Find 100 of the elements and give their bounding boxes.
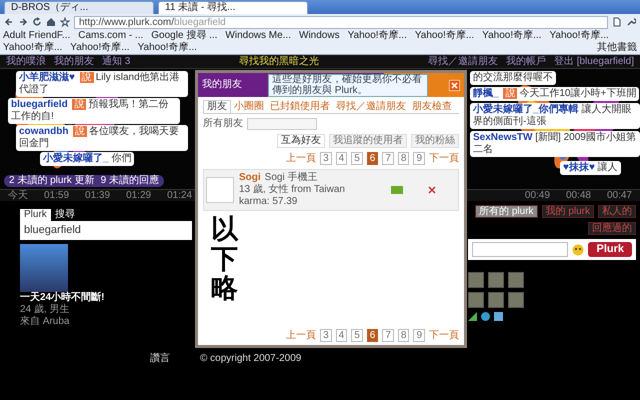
next-link[interactable]: 下一頁 xyxy=(429,330,459,342)
filter-tab[interactable]: 回應過的 xyxy=(588,222,636,235)
bookmark[interactable]: Adult FriendF... xyxy=(3,30,70,42)
plurk-bubble[interactable]: 小羊肥滋滋♥ 說 Lily island他第出港代證了 xyxy=(16,71,188,97)
photo-placeholder xyxy=(20,244,68,292)
list-tab[interactable]: 我追蹤的使用者 xyxy=(329,134,407,148)
nav-link[interactable]: 我的朋友 xyxy=(54,56,94,68)
star-icon[interactable] xyxy=(60,17,70,27)
nav-link[interactable]: 通知 3 xyxy=(102,56,130,68)
bookmark[interactable]: Yahoo!奇摩... xyxy=(414,30,474,42)
page-button[interactable]: 6 xyxy=(366,152,378,165)
square-icon[interactable] xyxy=(494,312,503,322)
bookmark[interactable]: Yahoo!奇摩... xyxy=(348,30,407,42)
address-bar[interactable]: http://www.plurk.com/bluegarfield xyxy=(74,16,608,28)
footer-link[interactable]: 讚言 xyxy=(150,353,170,365)
nav-link[interactable]: 登出 [bluegarfield] xyxy=(554,56,634,68)
page-button[interactable]: 7 xyxy=(382,152,394,165)
dialog-tab[interactable]: 朋友 xyxy=(203,100,231,113)
bookmark[interactable]: Yahoo!奇摩... xyxy=(138,42,197,54)
plurk-button[interactable]: Plurk xyxy=(588,242,632,258)
circle-icon[interactable] xyxy=(481,312,490,322)
filter-tab[interactable]: 我的 plurk xyxy=(542,205,594,218)
dialog-title: 我的朋友 xyxy=(202,79,242,91)
tooltip: 這些是好朋友，確始更易你不必看傳到的朋友與 Plurk。 xyxy=(268,74,428,97)
friend-avatar[interactable] xyxy=(468,292,484,308)
triangle-icon[interactable] xyxy=(468,312,477,322)
plurk-bubble[interactable]: SexNewsTW [新聞] 2009國市小姐第二名 xyxy=(470,131,640,157)
browser-tab[interactable]: 11 未讀 - 尋找... xyxy=(158,1,308,14)
page-button[interactable]: 6 xyxy=(366,329,378,342)
composer-tab[interactable]: Plurk xyxy=(20,209,51,221)
plurk-bubble[interactable]: bluegarfield 說 預報我馬！第二份工作的自! xyxy=(8,98,180,124)
close-icon[interactable] xyxy=(449,80,460,90)
page-button[interactable]: 8 xyxy=(398,152,410,165)
dialog-tab[interactable]: 尋找／邀請朋友 xyxy=(333,100,409,113)
unread-link[interactable]: 2 未讀的 plurk 更新 xyxy=(9,175,95,187)
username: bluegarfield xyxy=(24,224,81,238)
unread-link[interactable]: 9 未讀的回應 xyxy=(100,175,159,187)
list-tab[interactable]: 我的粉絲 xyxy=(411,134,459,148)
browser-tab[interactable]: D-BROS（ディ... xyxy=(4,1,154,14)
smiley-icon[interactable] xyxy=(572,244,584,256)
bookmark[interactable]: Cams.com - ... xyxy=(78,30,144,42)
forward-icon[interactable] xyxy=(18,17,28,27)
page-title: 尋找我的黑暗之光 xyxy=(239,56,320,68)
page-button[interactable]: 9 xyxy=(413,329,425,342)
filter-field[interactable] xyxy=(247,118,317,130)
friend-avatar[interactable] xyxy=(488,272,504,288)
copyright-text: © copyright 2007-2009 xyxy=(200,353,302,365)
bookmark[interactable]: Yahoo!奇摩... xyxy=(482,30,542,42)
dialog-tab[interactable]: 朋友檢查 xyxy=(409,100,455,113)
bookmark[interactable]: Windows xyxy=(299,30,340,42)
back-icon[interactable] xyxy=(4,17,14,27)
dialog-tab[interactable]: 小圈圈 xyxy=(231,100,267,113)
bookmark[interactable]: Yahoo!奇摩... xyxy=(3,42,62,54)
dialog-tab[interactable]: 已封鎖使用者 xyxy=(267,100,333,113)
bookmark[interactable]: Google 搜尋 ... xyxy=(151,30,218,42)
page-button[interactable]: 8 xyxy=(398,329,410,342)
filter-tab[interactable]: 所有的 plurk xyxy=(475,205,538,218)
page-button[interactable]: 3 xyxy=(320,329,332,342)
page-button[interactable]: 4 xyxy=(336,152,348,165)
nav-link[interactable]: 我的帳戶 xyxy=(506,56,546,68)
bookmark[interactable]: Yahoo!奇摩... xyxy=(549,30,609,42)
composer-tab[interactable]: 搜尋 xyxy=(50,209,79,221)
home-icon[interactable] xyxy=(46,17,56,27)
reload-icon[interactable] xyxy=(32,17,42,27)
plurk-input[interactable] xyxy=(472,242,568,258)
friend-name[interactable]: Sogi xyxy=(239,172,261,183)
next-link[interactable]: 下一頁 xyxy=(429,152,459,164)
friend-avatar[interactable] xyxy=(488,292,504,308)
plurk-bubble[interactable]: 靜楓_ 說 今天工作10讓小時+下班開 xyxy=(470,87,640,101)
page-button[interactable]: 5 xyxy=(351,329,363,342)
plurk-bubble[interactable]: 小愛未嫁囉了_ 你們 xyxy=(40,152,134,166)
page-button[interactable]: 3 xyxy=(320,152,332,165)
page-icon[interactable] xyxy=(612,17,622,27)
friend-avatar[interactable] xyxy=(508,272,524,288)
friend-avatar[interactable] xyxy=(468,272,484,288)
wrench-icon[interactable] xyxy=(626,17,636,27)
page-button[interactable]: 5 xyxy=(351,152,363,165)
prev-link[interactable]: 上一頁 xyxy=(286,152,316,164)
plurk-bubble[interactable]: cowandbh 說 各位噗友，我喝天要回金門 xyxy=(16,125,188,151)
time-label: 01:59 xyxy=(44,190,70,202)
other-bookmarks[interactable]: 其他書籤 xyxy=(597,42,637,54)
page-button[interactable]: 4 xyxy=(336,329,348,342)
prev-link[interactable]: 上一頁 xyxy=(286,330,316,342)
plurk-bubble[interactable]: 的交流那麼得喔不 xyxy=(470,71,556,85)
page-button[interactable]: 7 xyxy=(382,329,394,342)
remove-icon[interactable] xyxy=(428,186,436,194)
page-button[interactable]: 9 xyxy=(413,152,425,165)
display-name: Sogi 手機王 xyxy=(264,172,318,183)
list-tab[interactable]: 互為好友 xyxy=(277,134,325,148)
nav-link[interactable]: 我的噗浪 xyxy=(6,56,46,68)
profile-name: 一天24小時不間斷! xyxy=(20,292,106,304)
plurk-bubble[interactable]: ♥抹抹♥ 讓人 xyxy=(560,161,621,175)
filter-tab[interactable]: 私人的 xyxy=(598,205,636,218)
karma-text: karma: 57.39 xyxy=(239,196,298,208)
plurk-bubble[interactable]: 小愛未嫁囉了_你們專輯 讓人大開眼界的側面刊-這張 xyxy=(470,103,640,129)
friend-avatar[interactable] xyxy=(508,292,524,308)
bookmark[interactable]: Windows Me... xyxy=(225,30,291,42)
nav-link[interactable]: 尋找／邀請朋友 xyxy=(428,56,498,68)
bookmark[interactable]: Yahoo!奇摩... xyxy=(70,42,130,54)
time-label: 01:24 xyxy=(167,190,192,202)
